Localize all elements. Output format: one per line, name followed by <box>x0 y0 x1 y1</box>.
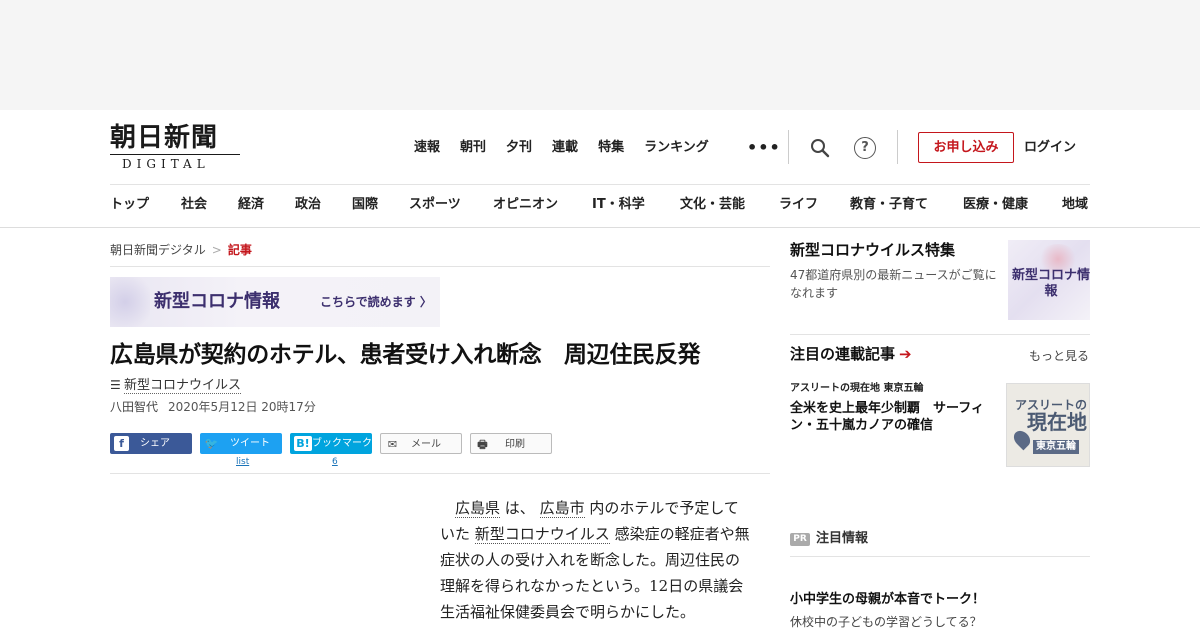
banner-main-text: 新型コロナ情報 <box>154 291 280 312</box>
pr-item[interactable]: 小中学生の母親が本音でトーク！ 休校中の子どもの学習どうしてる？ <box>790 591 1090 630</box>
feature-thumbnail: 新型コロナ情報 <box>1008 240 1090 320</box>
facebook-icon: f <box>114 436 129 451</box>
series-section-header: 注目の連載記事 ➔ もっと見る <box>790 344 1090 368</box>
divider <box>790 334 1090 335</box>
divider <box>110 266 770 267</box>
category-opinion[interactable]: オピニオン <box>493 196 558 214</box>
article-tag-line: ☰ 新型コロナウイルス <box>110 376 242 395</box>
list-icon: ☰ <box>110 378 121 392</box>
series-thumbnail: アスリートの 現在地 東京五輪 <box>1006 383 1090 467</box>
article-headline: 広島県が契約のホテル、患者受け入れ断念 周辺住民反発 <box>110 342 701 368</box>
ad-banner-area <box>0 0 1200 110</box>
hatena-count-link[interactable]: 6 <box>332 457 338 467</box>
category-economy[interactable]: 経済 <box>238 196 264 214</box>
pr-section-header: PR 注目情報 <box>790 527 1090 546</box>
topnav-yuukan[interactable]: 夕刊 <box>506 138 532 158</box>
twitter-count-link[interactable]: list <box>236 457 249 467</box>
feature-thumbnail-text: 新型コロナ情報 <box>1012 268 1090 299</box>
series-item[interactable]: アスリートの現在地 東京五輪 全米を史上最年少制覇 サーフィン・五十嵐カノアの確… <box>790 382 1090 467</box>
header-separator <box>788 130 789 164</box>
hatena-icon: B! <box>294 436 312 451</box>
category-health[interactable]: 医療・健康 <box>963 196 1028 214</box>
topnav-ranking[interactable]: ランキング <box>644 138 709 158</box>
breadcrumb-home[interactable]: 朝日新聞デジタル <box>110 243 206 257</box>
share-label: メール <box>411 439 441 450</box>
print-icon: 🖶 <box>477 438 488 451</box>
keyword-link[interactable]: 新型コロナウイルス <box>474 525 610 544</box>
article-date: 2020年5月12日 20時17分 <box>168 400 316 414</box>
sidebar-feature[interactable]: 新型コロナウイルス特集 47都道府県別の最新ニュースがご覧になれます 新型コロナ… <box>790 240 1090 320</box>
article-paragraph: 広島県 は、 広島市 内のホテルで予定していた 新型コロナウイルス 感染症の軽症… <box>440 495 750 625</box>
series-thumb-text: 東京五輪 <box>1033 440 1079 454</box>
twitter-share-button[interactable]: 🐦 ツイート <box>200 433 282 454</box>
category-culture[interactable]: 文化・芸能 <box>680 196 745 214</box>
help-icon[interactable]: ? <box>854 137 876 159</box>
more-menu-icon[interactable]: ••• <box>747 140 781 156</box>
keyword-link[interactable]: 広島市 <box>539 499 585 518</box>
share-label: 印刷 <box>505 439 525 450</box>
top-nav: 速報 朝刊 夕刊 連載 特集 ランキング <box>414 138 729 158</box>
header-separator <box>897 130 898 164</box>
breadcrumb-separator: > <box>211 243 222 257</box>
logo-rule <box>110 154 240 155</box>
login-link[interactable]: ログイン <box>1024 139 1076 157</box>
print-button[interactable]: 🖶 印刷 <box>470 433 552 454</box>
series-item-title: 全米を史上最年少制覇 サーフィン・五十嵐カノアの確信 <box>790 401 984 433</box>
category-politics[interactable]: 政治 <box>295 196 321 214</box>
mail-icon: ✉ <box>387 438 398 451</box>
category-life[interactable]: ライフ <box>779 196 818 214</box>
body-text: は、 <box>500 499 540 517</box>
site-logo[interactable]: 朝日新聞 DIGITAL <box>110 123 242 171</box>
pr-item-subtitle: 休校中の子どもの学習どうしてる？ <box>790 615 982 629</box>
breadcrumb: 朝日新聞デジタル > 記事 <box>110 241 252 258</box>
category-education[interactable]: 教育・子育て <box>850 196 928 214</box>
breadcrumb-current: 記事 <box>227 243 252 257</box>
article-body: 広島県 は、 広島市 内のホテルで予定していた 新型コロナウイルス 感染症の軽症… <box>440 495 750 625</box>
category-sports[interactable]: スポーツ <box>409 196 461 214</box>
topnav-tokushu[interactable]: 特集 <box>598 138 624 158</box>
feature-description: 47都道府県別の最新ニュースがご覧になれます <box>790 268 997 300</box>
banner-sub-text: こちらで読めます 〉 <box>320 295 432 309</box>
arrow-right-icon: ➔ <box>899 345 912 363</box>
logo-main-text: 朝日新聞 <box>110 123 219 153</box>
topnav-sokuhou[interactable]: 速報 <box>414 138 440 158</box>
share-label: ツイート <box>230 438 270 449</box>
article-byline: 八田智代 2020年5月12日 20時17分 <box>110 399 316 415</box>
category-nav: トップ 社会 経済 政治 国際 スポーツ オピニオン IT・科学 文化・芸能 ラ… <box>110 196 1090 216</box>
topnav-rensai[interactable]: 連載 <box>552 138 578 158</box>
site-header: 朝日新聞 DIGITAL 速報 朝刊 夕刊 連載 特集 ランキング ••• ? … <box>0 110 1200 228</box>
series-title[interactable]: 注目の連載記事 <box>790 345 895 363</box>
search-icon[interactable] <box>810 138 830 158</box>
category-top[interactable]: トップ <box>110 196 149 214</box>
logo-sub-text: DIGITAL <box>122 157 210 171</box>
corona-info-banner[interactable]: 新型コロナ情報 こちらで読めます 〉 <box>110 277 440 327</box>
article-tag-link[interactable]: 新型コロナウイルス <box>124 378 242 394</box>
pr-badge: PR <box>790 533 810 546</box>
mail-share-button[interactable]: ✉ メール <box>380 433 462 454</box>
divider <box>790 556 1090 557</box>
category-society[interactable]: 社会 <box>181 196 207 214</box>
banner-decoration <box>110 277 150 327</box>
share-label: シェア <box>140 438 170 449</box>
hatena-bookmark-button[interactable]: B! ブックマーク <box>290 433 372 454</box>
category-it-science[interactable]: IT・科学 <box>592 196 645 214</box>
series-thumb-text: 現在地 <box>1027 410 1087 434</box>
article-author: 八田智代 <box>110 400 159 414</box>
nav-divider <box>110 184 1090 185</box>
divider <box>110 473 770 474</box>
subscribe-button[interactable]: お申し込み <box>918 132 1014 163</box>
facebook-share-button[interactable]: f シェア <box>110 433 192 454</box>
keyword-link[interactable]: 広島県 <box>455 499 501 518</box>
pr-label: 注目情報 <box>816 531 869 546</box>
share-label: ブックマーク <box>312 438 372 449</box>
pr-item-title: 小中学生の母親が本音でトーク！ <box>790 592 986 607</box>
topnav-choukan[interactable]: 朝刊 <box>460 138 486 158</box>
category-region[interactable]: 地域 <box>1062 196 1088 214</box>
twitter-icon: 🐦 <box>204 437 219 450</box>
see-more-link[interactable]: もっと見る <box>1029 347 1089 364</box>
category-international[interactable]: 国際 <box>352 196 378 214</box>
